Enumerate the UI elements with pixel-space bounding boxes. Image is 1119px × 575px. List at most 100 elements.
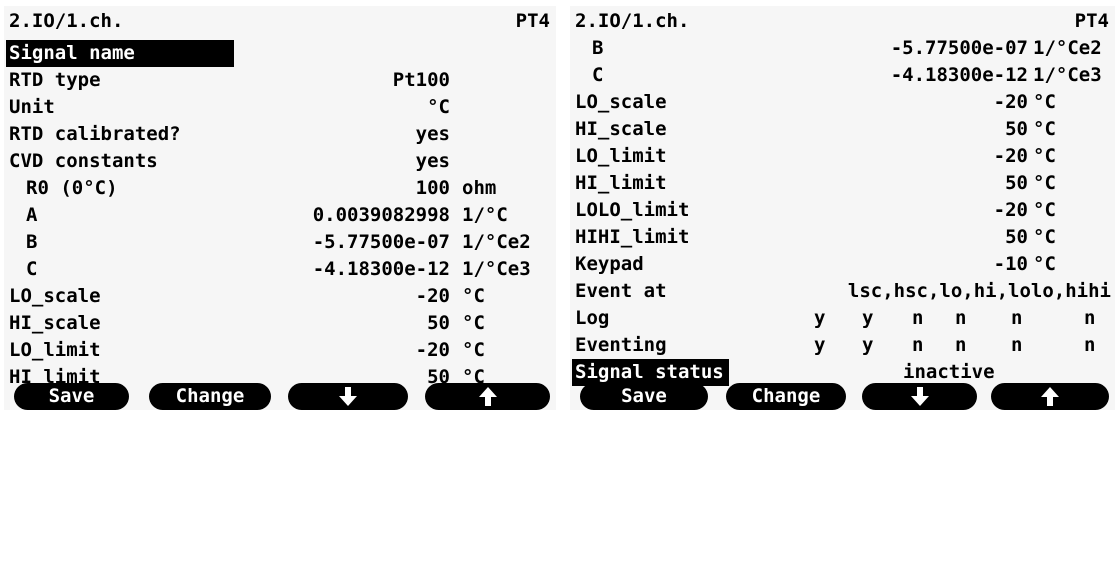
setting-row[interactable]: B -5.77500e-07 1/°Ce2 (570, 35, 1115, 62)
setting-unit: 1/°C (462, 204, 508, 226)
setting-unit: °C (1033, 253, 1056, 275)
log-flag: n (955, 307, 967, 329)
setting-row[interactable]: A 0.0039082998 1/°C (4, 202, 556, 229)
setting-unit: °C (1033, 172, 1056, 194)
scroll-down-button[interactable] (862, 383, 977, 410)
setting-unit: °C (462, 339, 485, 361)
setting-unit: °C (1033, 199, 1056, 221)
event-at-label: Event at (575, 280, 667, 302)
eventing-flag: n (955, 334, 967, 356)
setting-row[interactable]: HIHI_limit 50 °C (570, 224, 1115, 251)
event-at-value: lsc,hsc,lo,hi,lolo,hihi (847, 280, 1111, 302)
setting-unit: °C (462, 285, 485, 307)
setting-value: 100 (415, 177, 450, 199)
arrow-up-icon (1041, 387, 1059, 406)
setting-row[interactable]: R0 (0°C) 100 ohm (4, 175, 556, 202)
setting-row[interactable]: RTD calibrated? yes (4, 121, 556, 148)
scroll-up-button[interactable] (425, 383, 550, 410)
setting-row[interactable]: CVD constants yes (4, 148, 556, 175)
setting-value: -4.18300e-12 (312, 258, 450, 280)
setting-label: CVD constants (9, 150, 158, 172)
setting-label: LO_scale (575, 91, 667, 113)
setting-label: RTD type (9, 69, 101, 91)
setting-row[interactable]: LO_scale -20 °C (4, 283, 556, 310)
log-flag: n (1011, 307, 1023, 329)
setting-row[interactable]: RTD type Pt100 (4, 67, 556, 94)
setting-row[interactable]: LO_limit -20 °C (570, 143, 1115, 170)
setting-value: -5.77500e-07 (312, 231, 450, 253)
setting-row[interactable]: B -5.77500e-07 1/°Ce2 (4, 229, 556, 256)
setting-label: Signal name (6, 40, 234, 67)
setting-unit: °C (1033, 145, 1056, 167)
scroll-up-button[interactable] (991, 383, 1109, 410)
setting-label: A (26, 204, 38, 226)
setting-unit: 1/°Ce2 (462, 231, 531, 253)
setting-label: B (26, 231, 38, 253)
setting-row[interactable]: LO_limit -20 °C (4, 337, 556, 364)
setting-row[interactable]: LO_scale -20 °C (570, 89, 1115, 116)
setting-label: Unit (9, 96, 55, 118)
setting-label: HIHI_limit (575, 226, 690, 248)
change-button[interactable]: Change (149, 383, 271, 410)
setting-value: -20 (993, 145, 1028, 167)
setting-value: -10 (993, 253, 1028, 275)
setting-unit: 1/°Ce2 (1033, 37, 1102, 59)
channel-path: 2.IO/1.ch. (9, 10, 124, 32)
setting-label: C (26, 258, 38, 280)
sensor-tag: PT4 (515, 10, 550, 32)
setting-value: Pt100 (392, 69, 450, 91)
setting-row[interactable]: C -4.18300e-12 1/°Ce3 (570, 62, 1115, 89)
eventing-flag: n (1011, 334, 1023, 356)
save-button[interactable]: Save (14, 383, 129, 410)
change-button[interactable]: Change (726, 383, 846, 410)
eventing-flag: y (814, 334, 826, 356)
setting-label: R0 (0°C) (26, 177, 118, 199)
left-screen: 2.IO/1.ch. PT4 Signal name RTD type Pt100 U… (4, 6, 556, 410)
setting-value: yes (415, 150, 450, 172)
softkey-bar: Save Change (4, 380, 556, 410)
setting-label: LO_limit (575, 145, 667, 167)
setting-unit: °C (1033, 118, 1056, 140)
log-row[interactable]: Log y y n n n n (570, 305, 1115, 332)
setting-unit: ohm (462, 177, 497, 199)
screen-header: 2.IO/1.ch. PT4 (570, 8, 1115, 35)
sensor-tag: PT4 (1074, 10, 1109, 32)
arrow-down-icon (910, 387, 929, 406)
setting-label: HI_scale (575, 118, 667, 140)
setting-row[interactable]: HI_scale 50 °C (4, 310, 556, 337)
screen-header: 2.IO/1.ch. PT4 (4, 8, 556, 35)
setting-unit: °C (462, 312, 485, 334)
setting-value: -20 (415, 285, 450, 307)
setting-row[interactable]: Signal name (4, 40, 556, 67)
save-button[interactable]: Save (580, 383, 708, 410)
setting-row[interactable]: Unit °C (4, 94, 556, 121)
eventing-flag: n (1084, 334, 1096, 356)
setting-value: -20 (993, 199, 1028, 221)
setting-label: B (592, 37, 604, 59)
setting-row[interactable]: C -4.18300e-12 1/°Ce3 (4, 256, 556, 283)
setting-row[interactable]: LOLO_limit -20 °C (570, 197, 1115, 224)
setting-value: °C (427, 96, 450, 118)
setting-value: -4.18300e-12 (890, 64, 1028, 86)
setting-label: HI_limit (575, 172, 667, 194)
arrow-down-icon (339, 387, 357, 406)
setting-row[interactable]: Keypad -10 °C (570, 251, 1115, 278)
setting-value: 0.0039082998 (312, 204, 450, 226)
setting-row[interactable]: HI_limit 50 °C (570, 170, 1115, 197)
arrow-up-icon (478, 387, 497, 406)
setting-label: LO_limit (9, 339, 101, 361)
event-at-row[interactable]: Event at lsc,hsc,lo,hi,lolo,hihi (570, 278, 1115, 305)
eventing-label: Eventing (575, 334, 667, 356)
setting-label: HI_scale (9, 312, 101, 334)
softkey-bar: Save Change (570, 380, 1115, 410)
setting-label: Keypad (575, 253, 644, 275)
right-screen: 2.IO/1.ch. PT4 B -5.77500e-07 1/°Ce2 C -4.18… (570, 6, 1115, 410)
eventing-row[interactable]: Eventing y y n n n n (570, 332, 1115, 359)
setting-label: LOLO_limit (575, 199, 690, 221)
log-flag: y (814, 307, 826, 329)
setting-value: 50 (1005, 172, 1028, 194)
scroll-down-button[interactable] (288, 383, 408, 410)
setting-row[interactable]: HI_scale 50 °C (570, 116, 1115, 143)
setting-value: -20 (415, 339, 450, 361)
channel-path: 2.IO/1.ch. (575, 10, 690, 32)
